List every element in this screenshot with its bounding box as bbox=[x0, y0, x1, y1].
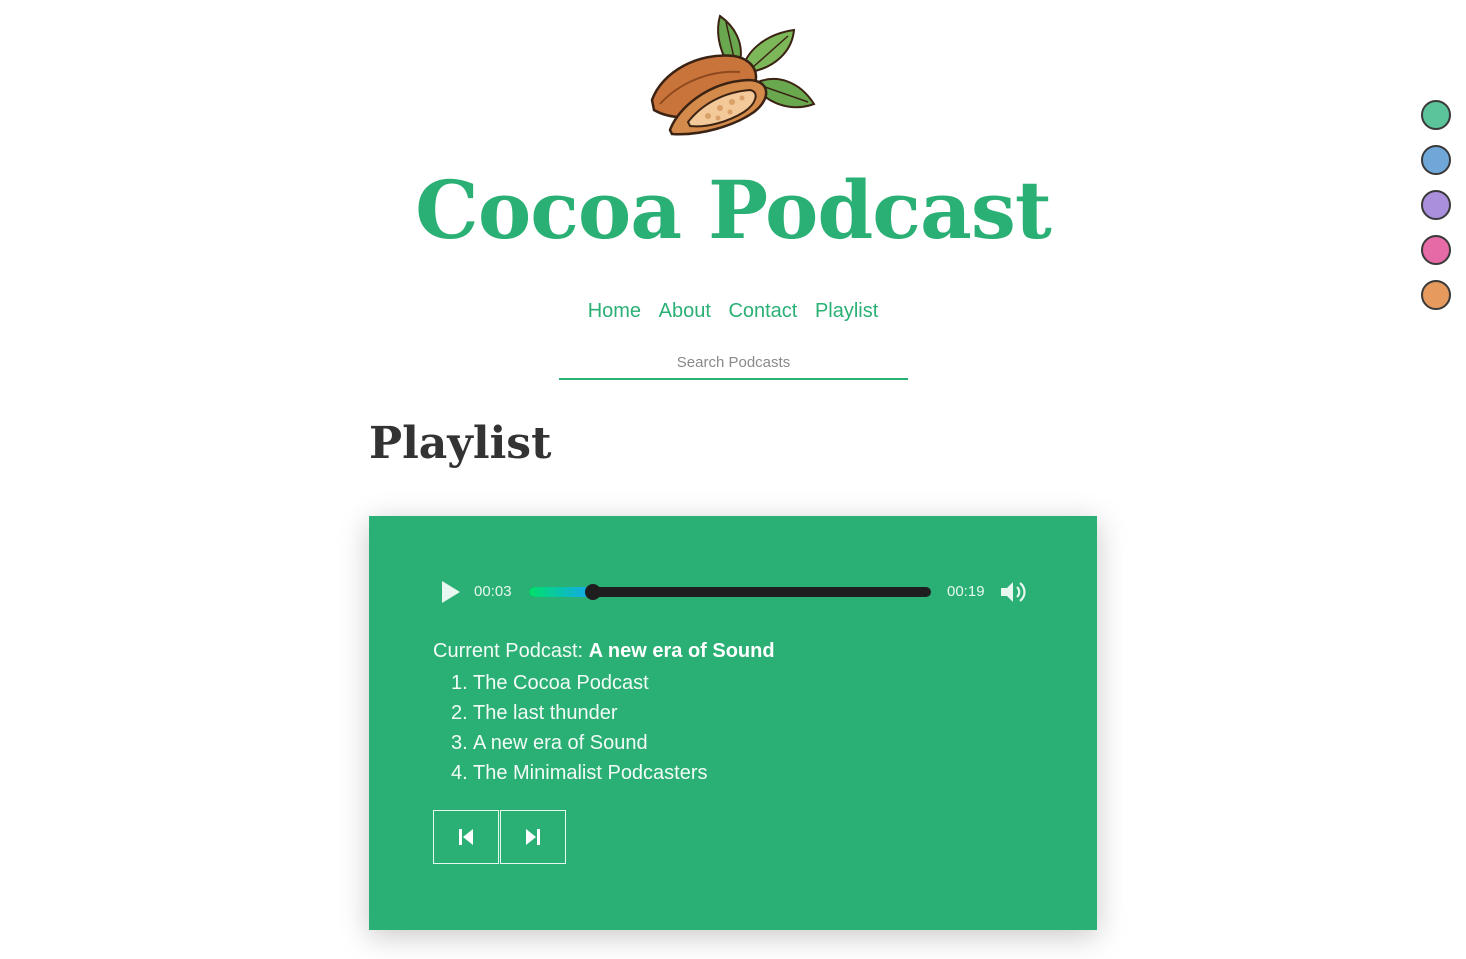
skip-next-icon bbox=[526, 829, 540, 845]
skip-previous-icon bbox=[459, 829, 473, 845]
nav-contact-link[interactable]: Contact bbox=[728, 300, 797, 322]
volume-icon[interactable] bbox=[999, 580, 1027, 604]
site-title: Cocoa Podcast bbox=[415, 163, 1052, 257]
nav-playlist-link[interactable]: Playlist bbox=[815, 300, 878, 322]
cocoa-pod-logo[interactable] bbox=[648, 12, 818, 140]
theme-swatch-blue[interactable] bbox=[1421, 145, 1451, 175]
track-number: 1. bbox=[451, 672, 468, 694]
nav-home-link[interactable]: Home bbox=[588, 300, 641, 322]
page: Cocoa Podcast Home About Contact Playlis… bbox=[0, 0, 1466, 959]
theme-swatch-orange[interactable] bbox=[1421, 280, 1451, 310]
next-track-button[interactable] bbox=[500, 810, 566, 864]
current-time: 00:03 bbox=[474, 583, 512, 600]
current-podcast-label: Current Podcast: bbox=[433, 640, 584, 662]
track-number: 2. bbox=[451, 702, 468, 724]
progress-bar[interactable] bbox=[529, 584, 931, 600]
track-title: The Minimalist Podcasters bbox=[473, 762, 708, 784]
theme-swatch-purple[interactable] bbox=[1421, 190, 1451, 220]
progress-fill bbox=[529, 587, 594, 597]
track-title: The last thunder bbox=[473, 702, 618, 724]
main-nav: Home About Contact Playlist bbox=[0, 296, 1466, 326]
nav-about-link[interactable]: About bbox=[659, 300, 711, 322]
search-input[interactable] bbox=[559, 346, 908, 380]
audio-player: 00:03 00:19 bbox=[433, 576, 1033, 608]
theme-swatch-pink[interactable] bbox=[1421, 235, 1451, 265]
play-icon[interactable] bbox=[438, 580, 462, 604]
section-title: Playlist bbox=[369, 418, 552, 469]
track-title: A new era of Sound bbox=[473, 732, 648, 754]
current-podcast-title: A new era of Sound bbox=[588, 640, 775, 662]
player-card: 00:03 00:19 Current Podcast: A new era o… bbox=[369, 516, 1097, 930]
theme-swatch-green[interactable] bbox=[1421, 100, 1451, 130]
previous-track-button[interactable] bbox=[433, 810, 499, 864]
current-podcast: Current Podcast: A new era of Sound bbox=[433, 638, 775, 664]
track-number: 3. bbox=[451, 732, 468, 754]
track-list: 1. The Cocoa Podcast 2. The last thunder 3… bbox=[433, 668, 708, 788]
progress-handle[interactable] bbox=[585, 584, 602, 600]
track-title: The Cocoa Podcast bbox=[473, 672, 649, 694]
track-number: 4. bbox=[451, 762, 468, 784]
track-item[interactable]: 3. A new era of Sound bbox=[433, 728, 708, 758]
track-item[interactable]: 2. The last thunder bbox=[433, 698, 708, 728]
track-item[interactable]: 1. The Cocoa Podcast bbox=[433, 668, 708, 698]
track-item[interactable]: 4. The Minimalist Podcasters bbox=[433, 758, 708, 788]
duration-time: 00:19 bbox=[947, 583, 985, 600]
